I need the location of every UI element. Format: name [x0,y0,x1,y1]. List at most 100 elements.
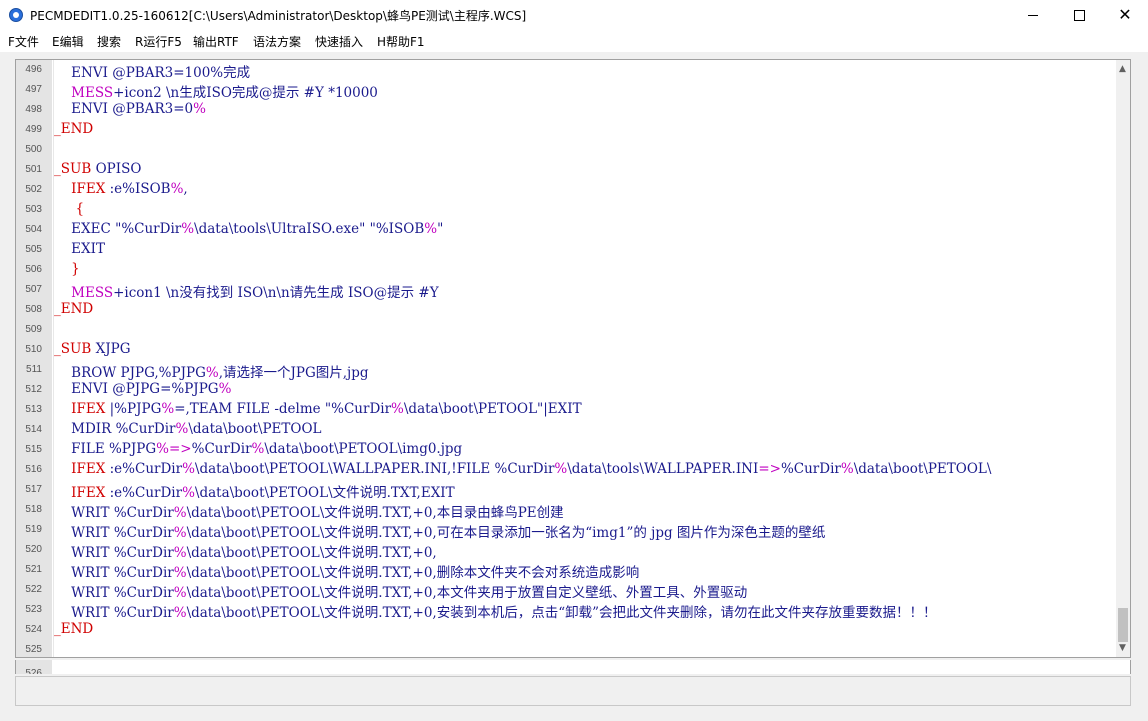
code-token: OPISO [91,161,142,177]
code-line[interactable]: 511 BROW PJPG,%PJPG%,请选择一个JPG图片,jpg [16,360,1116,381]
code-text: WRIT %CurDir%\data\boot\PETOOL\文件说明.TXT,… [54,541,437,561]
line-number: 516 [25,464,42,475]
code-token: :e%CurDir [105,461,183,477]
code-line[interactable]: 504 EXEC "%CurDir%\data\tools\UltraISO.e… [16,220,1116,240]
close-icon: ✕ [1118,5,1132,24]
menu-file[interactable]: F文件 [8,33,39,50]
code-line[interactable]: 506 } [16,260,1116,280]
code-line[interactable]: 507 MESS+icon1 \n没有找到 ISO\n\n请先生成 ISO@提示… [16,280,1116,301]
code-token: _END [54,621,94,637]
scroll-up-arrow-icon[interactable]: ▲ [1119,64,1126,74]
code-line[interactable]: 523 WRIT %CurDir%\data\boot\PETOOL\文件说明.… [16,600,1116,621]
code-text: ENVI @PBAR3=0% [54,101,206,117]
code-token: WRIT %CurDir [54,585,174,601]
scroll-down-arrow-icon[interactable]: ▼ [1119,643,1126,653]
code-token: " [437,221,444,237]
code-line[interactable]: 514 MDIR %CurDir%\data\boot\PETOOL [16,420,1116,440]
line-number: 519 [25,524,42,535]
line-number: 518 [25,504,42,515]
line-number: 508 [25,304,42,315]
code-text: { [54,201,84,217]
code-token: \data\tools\WALLPAPER.INI [567,461,759,477]
code-token: % [173,585,187,601]
code-text: IFEX :e%CurDir%\data\boot\PETOOL\文件说明.TX… [54,481,454,501]
close-button[interactable]: ✕ [1102,0,1148,30]
code-line[interactable]: 512 ENVI @PJPG=%PJPG% [16,380,1116,400]
line-number: 521 [25,564,42,575]
line-number: 496 [25,64,42,75]
code-token: _SUB [54,341,92,357]
code-line[interactable]: 496 ENVI @PBAR3=100%完成 [16,60,1116,81]
code-line[interactable]: 525 [16,640,1116,657]
code-line[interactable]: 517 IFEX :e%CurDir%\data\boot\PETOOL\文件说… [16,480,1116,501]
lower-line-number: 526 [25,668,42,674]
code-line[interactable]: 522 WRIT %CurDir%\data\boot\PETOOL\文件说明.… [16,580,1116,601]
code-line[interactable]: 510 _SUB XJPG [16,340,1116,360]
minimize-button[interactable] [1010,0,1056,30]
code-line[interactable]: 515 FILE %PJPG%=>%CurDir%\data\boot\PETO… [16,440,1116,460]
code-line[interactable]: 509 [16,320,1116,340]
vertical-scrollbar[interactable]: ▲ ▼ [1116,60,1130,657]
menu-search[interactable]: 搜索 [97,33,121,50]
code-line[interactable]: 520 WRIT %CurDir%\data\boot\PETOOL\文件说明.… [16,540,1116,561]
code-token: { [54,201,85,217]
code-text: WRIT %CurDir%\data\boot\PETOOL\文件说明.TXT,… [54,561,639,581]
code-line[interactable]: 513 IFEX |%PJPG%=,TEAM FILE -delme "%Cur… [16,400,1116,420]
code-line[interactable]: 521 WRIT %CurDir%\data\boot\PETOOL\文件说明.… [16,560,1116,581]
menu-quick-insert[interactable]: 快速插入 [315,33,363,50]
minimize-icon [1028,14,1038,16]
menu-bar: F文件 E编辑 搜索 R运行F5 输出RTF 语法方案 快速插入 H帮助F1 [0,30,1148,52]
code-text: WRIT %CurDir%\data\boot\PETOOL\文件说明.TXT,… [54,581,747,601]
code-token: % [193,101,206,117]
code-line[interactable]: 503 { [16,200,1116,220]
code-text: EXIT [54,241,105,257]
code-line[interactable]: 497 MESS+icon2 \n生成ISO完成@提示 #Y *10000 [16,80,1116,101]
code-token: %=> [156,441,192,457]
menu-help[interactable]: H帮助F1 [377,33,425,50]
code-line[interactable]: 502 IFEX :e%ISOB%, [16,180,1116,200]
code-token: ENVI @PBAR3=100%完成 [54,65,251,81]
maximize-icon [1073,9,1085,21]
code-token: % [173,605,187,621]
lower-editor-pane[interactable]: 526 [15,660,1131,674]
code-token: EXEC "%CurDir [54,221,182,237]
maximize-button[interactable] [1056,0,1102,30]
code-text: BROW PJPG,%PJPG%,请选择一个JPG图片,jpg [54,361,368,381]
code-token: :e%ISOB [105,181,171,197]
code-token: IFEX [71,461,106,477]
code-text: MESS+icon1 \n没有找到 ISO\n\n请先生成 ISO@提示 #Y [54,281,439,301]
menu-export-rtf[interactable]: 输出RTF [193,33,239,50]
code-line[interactable]: 499 _END [16,120,1116,140]
code-text: ENVI @PBAR3=100%完成 [54,61,250,81]
code-line[interactable]: 518 WRIT %CurDir%\data\boot\PETOOL\文件说明.… [16,500,1116,521]
code-token: XJPG [91,341,131,357]
code-token: \data\boot\PETOOL\文件说明.TXT,+0,删除本文件夹不会对系… [186,565,640,581]
code-line[interactable]: 508 _END [16,300,1116,320]
code-token: % [218,381,232,397]
code-line[interactable]: 516 IFEX :e%CurDir%\data\boot\PETOOL\WAL… [16,460,1116,480]
code-line[interactable]: 505 EXIT [16,240,1116,260]
menu-run[interactable]: R运行F5 [135,33,182,50]
scrollbar-thumb[interactable] [1118,608,1128,642]
code-line[interactable]: 519 WRIT %CurDir%\data\boot\PETOOL\文件说明.… [16,520,1116,541]
code-token: IFEX [71,401,106,417]
code-token: % [251,441,265,457]
code-line[interactable]: 524 _END [16,620,1116,640]
code-editor[interactable]: 496 ENVI @PBAR3=100%完成 497 MESS+icon2 \n生… [15,59,1131,658]
code-token: WRIT %CurDir [54,525,174,541]
code-token: %CurDir [191,441,252,457]
code-line[interactable]: 501 _SUB OPISO [16,160,1116,180]
line-number: 523 [25,604,42,615]
code-line[interactable]: 498 ENVI @PBAR3=0% [16,100,1116,120]
code-token: \data\boot\PETOOL\img0.jpg [264,441,463,457]
menu-syntax-scheme[interactable]: 语法方案 [253,33,301,50]
code-token: ENVI @PJPG=%PJPG [54,381,219,397]
menu-edit[interactable]: E编辑 [52,33,84,50]
line-number: 502 [25,184,42,195]
code-line[interactable]: 500 [16,140,1116,160]
code-text: WRIT %CurDir%\data\boot\PETOOL\文件说明.TXT,… [54,601,936,621]
code-token: } [54,261,80,277]
line-number: 520 [25,544,42,555]
code-token: +icon1 \n没有找到 ISO\n\n请先生成 ISO@提示 #Y [113,285,439,301]
